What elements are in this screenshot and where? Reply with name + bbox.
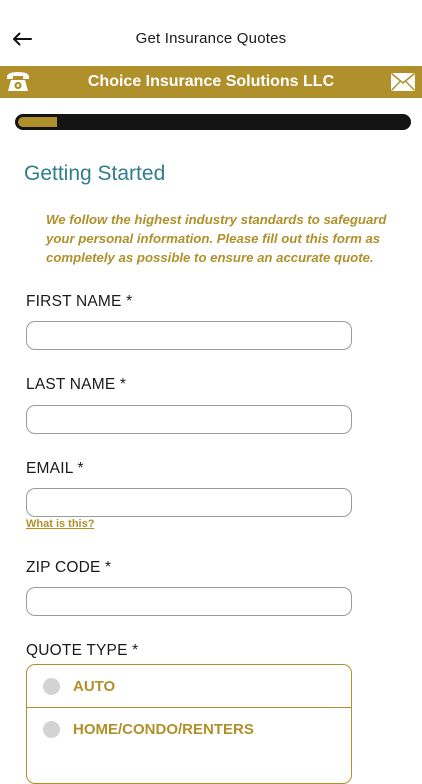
quote-type-options: AUTO HOME/CONDO/RENTERS (26, 664, 352, 784)
envelope-icon (390, 72, 416, 91)
last-name-input[interactable] (26, 405, 352, 434)
radio-button[interactable] (43, 721, 60, 738)
section-title: Getting Started (24, 162, 166, 185)
last-name-label: LAST NAME * (26, 376, 127, 393)
email-input[interactable] (26, 488, 352, 517)
quote-type-option-auto[interactable]: AUTO (27, 665, 351, 707)
progress-bar (15, 114, 411, 130)
quote-type-option-home[interactable]: HOME/CONDO/RENTERS (27, 707, 351, 749)
email-help-link[interactable]: What is this? (26, 518, 94, 530)
option-label: HOME/CONDO/RENTERS (73, 721, 254, 738)
email-button[interactable] (390, 70, 416, 94)
zip-code-input[interactable] (26, 587, 352, 616)
email-label: EMAIL * (26, 460, 84, 477)
brand-name: Choice Insurance Solutions LLC (87, 73, 335, 90)
radio-button[interactable] (43, 678, 60, 695)
page-title: Get Insurance Quotes (135, 30, 287, 47)
first-name-input[interactable] (26, 321, 352, 350)
brand-bar: Choice Insurance Solutions LLC (0, 66, 422, 98)
first-name-label: FIRST NAME * (26, 293, 133, 310)
intro-text: We follow the highest industry standards… (46, 212, 387, 265)
app-header: Get Insurance Quotes (0, 0, 422, 66)
zip-code-label: ZIP CODE * (26, 559, 112, 576)
quote-type-label: QUOTE TYPE * (26, 642, 139, 659)
progress-fill (18, 117, 57, 127)
option-label: AUTO (73, 678, 116, 695)
